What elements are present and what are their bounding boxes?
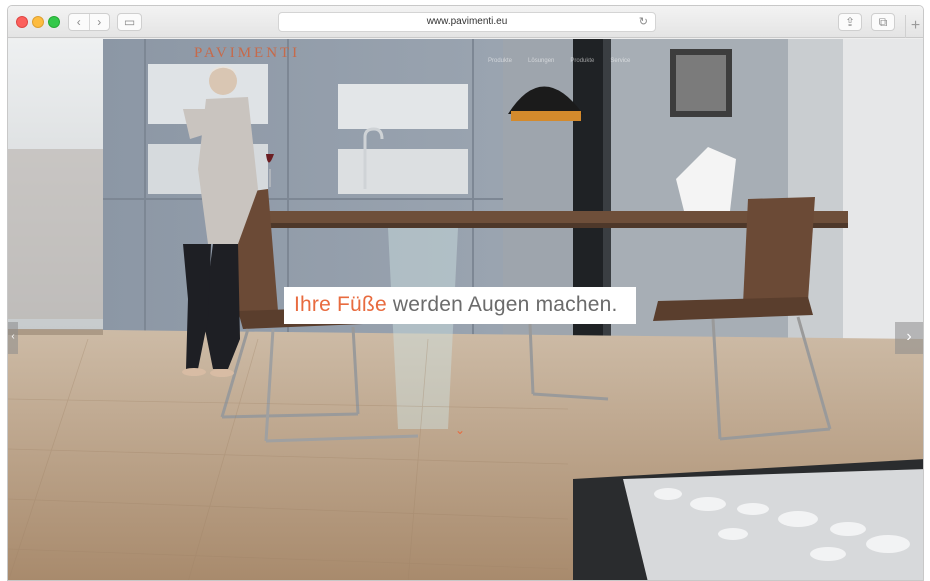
site-logo[interactable]: PAVIMENTI — [194, 45, 300, 62]
tab-overview-button[interactable]: ⧉ — [871, 13, 895, 31]
history-nav: ‹ › — [68, 13, 110, 31]
tagline-text: werden Augen machen. — [386, 293, 618, 316]
nav-item[interactable]: Produkte — [488, 58, 512, 64]
chevron-left-icon: ‹ — [11, 331, 15, 342]
share-icon: ⇪ — [844, 15, 856, 29]
browser-window: ‹ › ▭ www.pavimenti.eu ↻ ⇪ ⧉ + PAVIMENTI… — [7, 5, 924, 581]
window-close-icon[interactable] — [16, 16, 28, 28]
hero-tagline: Ihre Füße werden Augen machen. — [284, 287, 636, 324]
tagline-accent: Ihre Füße — [294, 293, 387, 316]
sidebar-icon: ▭ — [123, 15, 136, 29]
reload-icon[interactable]: ↻ — [639, 15, 648, 28]
url-text: www.pavimenti.eu — [426, 16, 508, 27]
chevron-right-icon: › — [906, 328, 912, 345]
chevron-down-icon: ⌄ — [454, 423, 466, 437]
address-bar[interactable]: www.pavimenti.eu ↻ — [278, 12, 656, 32]
slider-prev-button[interactable]: ‹ — [8, 322, 18, 354]
slider-next-button[interactable]: › — [895, 322, 923, 354]
tabs-icon: ⧉ — [878, 15, 888, 29]
site-header: PAVIMENTI Produkte Lösungen Produkte Ser… — [8, 39, 923, 79]
sidebar-button[interactable]: ▭ — [117, 13, 142, 31]
forward-button[interactable]: › — [90, 14, 110, 30]
window-minimize-icon[interactable] — [32, 16, 44, 28]
browser-toolbar: ‹ › ▭ www.pavimenti.eu ↻ ⇪ ⧉ + — [8, 6, 923, 38]
nav-item[interactable]: Service — [610, 58, 630, 64]
nav-item[interactable]: Produkte — [570, 58, 594, 64]
share-button[interactable]: ⇪ — [838, 13, 862, 31]
page-viewport: PAVIMENTI Produkte Lösungen Produkte Ser… — [8, 39, 923, 580]
new-tab-button[interactable]: + — [905, 15, 923, 38]
back-button[interactable]: ‹ — [69, 14, 90, 30]
nav-item[interactable]: Lösungen — [528, 58, 554, 64]
window-maximize-icon[interactable] — [48, 16, 60, 28]
scroll-down-button[interactable]: ⌄ — [452, 423, 468, 437]
main-nav: Produkte Lösungen Produkte Service — [488, 58, 630, 64]
plus-icon: + — [910, 17, 921, 34]
